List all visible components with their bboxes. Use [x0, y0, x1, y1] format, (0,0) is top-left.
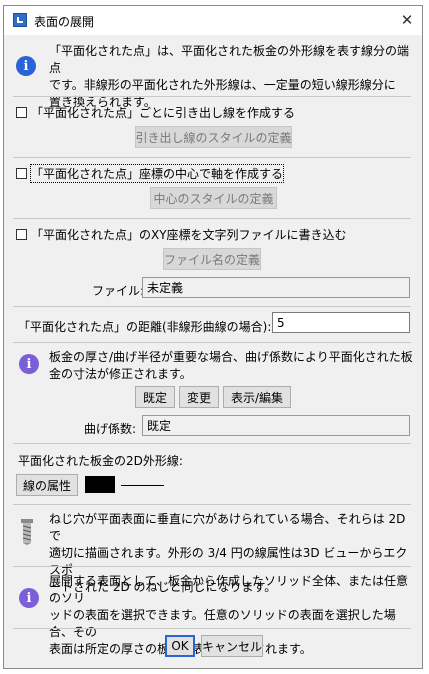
info-icon: i	[19, 354, 39, 374]
default-bend-button[interactable]: 既定	[135, 386, 175, 408]
show-edit-bend-button[interactable]: 表示/編集	[223, 386, 291, 408]
bend-factor-field: 既定	[142, 415, 410, 436]
dialog-title: 表面の展開	[34, 15, 95, 29]
info-icon: i	[19, 588, 39, 608]
info-line: 金の寸法が修正されます。	[49, 367, 192, 381]
outline-line-preview	[121, 485, 164, 486]
separator	[13, 342, 411, 343]
file-label: ファイル:	[92, 284, 145, 298]
info-line: 板金の厚さ/曲げ半径が重要な場合、曲げ係数により平面化された板	[49, 350, 413, 364]
thread-screw-icon	[21, 519, 33, 545]
info-line: 「平面化された点」は、平面化された板金の外形線を表す線分の端点	[49, 44, 410, 75]
ok-button[interactable]: OK	[165, 635, 195, 657]
close-icon: ✕	[400, 11, 414, 29]
bend-factor-label: 曲げ係数:	[84, 422, 137, 436]
write-xy-option-row: 「平面化された点」のXY座標を文字列ファイルに書き込む	[16, 226, 347, 243]
file-name-field: 未定義	[142, 277, 410, 298]
separator	[13, 157, 411, 158]
separator	[13, 566, 411, 567]
define-center-style-button[interactable]: 中心のスタイルの定義	[150, 187, 277, 209]
title-bar: 表面の展開 ✕	[4, 6, 422, 35]
outline-color-swatch[interactable]	[85, 476, 115, 493]
bend-factor-info-text: 板金の厚さ/曲げ半径が重要な場合、曲げ係数により平面化された板 金の寸法が修正さ…	[49, 349, 419, 383]
separator	[13, 443, 411, 444]
center-axis-checkbox[interactable]	[16, 168, 27, 179]
info-line: です。非線形の平面化された外形線は、一定量の短い線形線分に	[49, 78, 396, 92]
cancel-button[interactable]: キャンセル	[201, 635, 263, 657]
leader-checkbox[interactable]	[16, 107, 27, 118]
separator	[13, 306, 411, 307]
write-xy-checkbox[interactable]	[16, 229, 27, 240]
distance-input[interactable]: 5	[272, 312, 410, 333]
info-icon: i	[16, 56, 36, 76]
distance-label: 「平面化された点」の距離(非線形曲線の場合):	[18, 320, 272, 334]
info-line: 展開する表面として、板金から作成したソリッド全体、または任意のソリ	[49, 574, 409, 605]
unfold-surface-dialog: 表面の展開 ✕ i 「平面化された点」は、平面化された板金の外形線を表す線分の端…	[3, 5, 423, 669]
file-name-value: 未定義	[147, 281, 184, 295]
define-filename-button[interactable]: ファイル名の定義	[163, 248, 261, 270]
distance-value: 5	[277, 315, 285, 330]
leader-option-row: 「平面化された点」ごとに引き出し線を作成する	[16, 104, 295, 121]
write-xy-checkbox-label[interactable]: 「平面化された点」のXY座標を文字列ファイルに書き込む	[31, 226, 347, 243]
separator	[13, 628, 411, 629]
info-line: ねじ穴が平面表面に垂直に穴があけられている場合、それらは 2D で	[49, 512, 406, 543]
separator	[13, 96, 411, 97]
center-axis-checkbox-label[interactable]: 「平面化された点」座標の中心で軸を作成する	[29, 164, 285, 183]
center-axis-option-row: 「平面化された点」座標の中心で軸を作成する	[16, 164, 285, 183]
separator	[13, 504, 411, 505]
separator	[13, 218, 411, 219]
line-attributes-button[interactable]: 線の属性	[16, 474, 78, 496]
change-bend-button[interactable]: 変更	[179, 386, 219, 408]
define-leader-style-button[interactable]: 引き出し線のスタイルの定義	[135, 126, 292, 148]
bend-factor-value: 既定	[147, 419, 172, 433]
outline-heading: 平面化された板金の2D外形線:	[18, 454, 183, 468]
flattened-point-info-text: 「平面化された点」は、平面化された板金の外形線を表す線分の端点 です。非線形の平…	[49, 43, 419, 111]
close-button[interactable]: ✕	[396, 10, 418, 30]
leader-checkbox-label[interactable]: 「平面化された点」ごとに引き出し線を作成する	[31, 104, 295, 121]
app-icon	[13, 13, 27, 27]
